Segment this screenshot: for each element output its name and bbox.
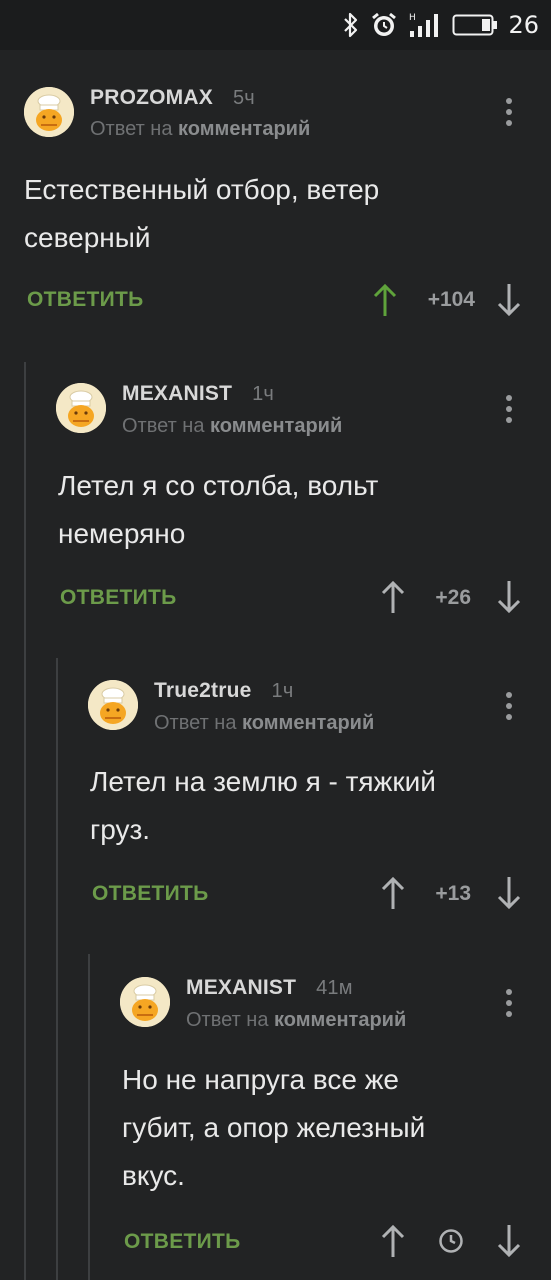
svg-text:H: H: [409, 13, 416, 23]
clock-icon: [439, 1229, 463, 1253]
rating: +26: [435, 586, 471, 609]
status-bar: H 26: [0, 0, 551, 50]
upvote-icon[interactable]: [380, 876, 406, 910]
thread-line: [56, 658, 58, 1280]
thread-line: [24, 362, 26, 1280]
more-options-icon[interactable]: [504, 986, 514, 1022]
username[interactable]: PROZOMAX 5ч: [90, 86, 255, 110]
downvote-icon[interactable]: [496, 1224, 522, 1258]
username[interactable]: MEXANIST 41м: [186, 976, 353, 1000]
signal-icon: H: [408, 11, 442, 39]
comment-text: Естественный отбор, ветер северный: [24, 174, 380, 253]
reply-button[interactable]: ОТВЕТИТЬ: [60, 586, 177, 610]
username[interactable]: MEXANIST 1ч: [122, 382, 274, 406]
username[interactable]: True2true 1ч: [154, 679, 293, 703]
reply-to-link[interactable]: комментарий: [210, 415, 342, 437]
reply-to-link[interactable]: комментарий: [242, 712, 374, 734]
avatar[interactable]: [56, 383, 106, 433]
avatar[interactable]: [120, 977, 170, 1027]
avatar[interactable]: [24, 87, 74, 137]
reply-to-info: Ответ на комментарий: [154, 712, 375, 734]
bluetooth-icon: [342, 11, 360, 39]
thread-line: [88, 954, 90, 1280]
upvote-icon[interactable]: [380, 580, 406, 614]
battery-icon: [452, 13, 498, 37]
avatar[interactable]: [88, 680, 138, 730]
reply-to-info: Ответ на комментарий: [90, 118, 311, 140]
reply-button[interactable]: ОТВЕТИТЬ: [92, 882, 209, 906]
more-options-icon[interactable]: [504, 689, 514, 725]
battery-level: 26: [508, 11, 539, 39]
rating: +13: [435, 882, 471, 905]
more-options-icon[interactable]: [504, 95, 514, 131]
comment-time: 1ч: [252, 383, 275, 405]
reply-to-link[interactable]: комментарий: [178, 118, 310, 140]
downvote-icon[interactable]: [496, 283, 522, 317]
comment-time: 1ч: [271, 680, 294, 702]
upvote-icon[interactable]: [372, 283, 398, 317]
reply-to-link[interactable]: комментарий: [274, 1009, 406, 1031]
comment-time: 5ч: [232, 87, 255, 109]
upvote-icon[interactable]: [380, 1224, 406, 1258]
alarm-icon: [370, 11, 398, 39]
downvote-icon[interactable]: [496, 580, 522, 614]
more-options-icon[interactable]: [504, 392, 514, 428]
comment-text: Летел на землю я - тяжкий груз.: [90, 766, 436, 845]
downvote-icon[interactable]: [496, 876, 522, 910]
reply-to-info: Ответ на комментарий: [186, 1009, 407, 1031]
comment-text: Летел я со столба, вольт немеряно: [58, 470, 379, 549]
reply-button[interactable]: ОТВЕТИТЬ: [27, 288, 144, 312]
comment-time: 41м: [316, 977, 353, 999]
rating: +104: [427, 288, 475, 311]
reply-button[interactable]: ОТВЕТИТЬ: [124, 1230, 241, 1254]
reply-to-info: Ответ на комментарий: [122, 415, 343, 437]
comment-text: Но не напруга все же губит, а опор железн…: [122, 1064, 426, 1191]
